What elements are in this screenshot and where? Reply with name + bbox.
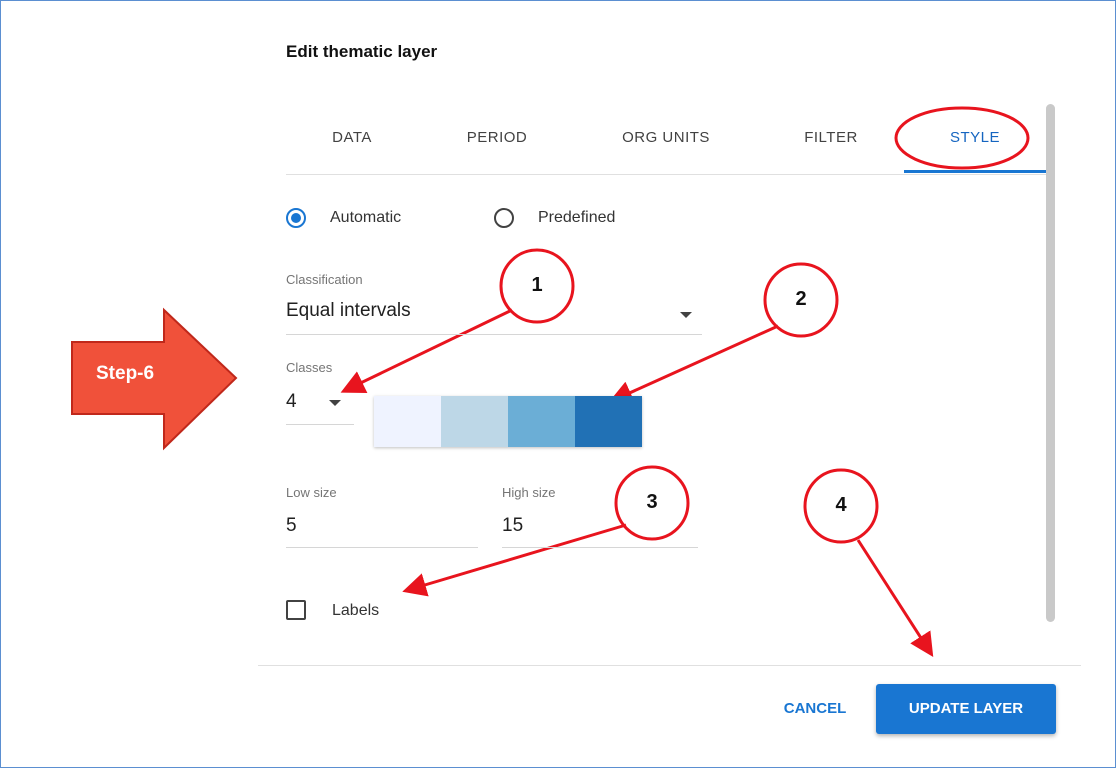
low-size-label: Low size	[286, 485, 337, 500]
callout-number-3: 3	[646, 491, 658, 513]
update-layer-button[interactable]: UPDATE LAYER	[876, 684, 1056, 734]
tab-bar: DATA PERIOD ORG UNITS FILTER STYLE	[286, 112, 1046, 175]
callout-number-2: 2	[795, 288, 807, 310]
color-scale-picker[interactable]	[374, 396, 642, 447]
radio-automatic[interactable]: Automatic	[286, 205, 401, 231]
radio-checked-icon[interactable]	[286, 208, 306, 228]
radio-predefined[interactable]: Predefined	[494, 205, 615, 231]
callout-arrow-2	[608, 324, 779, 404]
classes-underline	[286, 424, 354, 425]
callout-number-4: 4	[835, 494, 847, 516]
classification-underline	[286, 334, 702, 335]
high-size-input[interactable]: 15	[502, 515, 523, 537]
low-size-input[interactable]: 5	[286, 515, 297, 537]
high-size-underline	[502, 547, 698, 548]
radio-unchecked-icon[interactable]	[494, 208, 514, 228]
step-label: Step-6	[96, 363, 155, 384]
color-swatch-3	[508, 396, 575, 447]
callout-arrow-4	[856, 539, 934, 658]
dialog-title: Edit thematic layer	[286, 42, 438, 61]
callout-arrow-1	[340, 308, 513, 393]
classes-chevron-down-icon[interactable]	[329, 400, 341, 406]
footer-divider	[258, 665, 1081, 666]
radio-predefined-label: Predefined	[538, 209, 616, 226]
active-tab-indicator	[904, 170, 1046, 173]
classification-chevron-down-icon[interactable]	[680, 312, 692, 318]
classification-select[interactable]: Equal intervals	[286, 300, 411, 322]
color-swatch-1	[374, 396, 441, 447]
color-swatch-2	[441, 396, 508, 447]
high-size-label: High size	[502, 485, 556, 500]
tab-data[interactable]: DATA	[286, 112, 418, 164]
cancel-button[interactable]: CANCEL	[766, 685, 864, 733]
tab-org-units[interactable]: ORG UNITS	[586, 112, 746, 164]
labels-checkbox-label: Labels	[332, 602, 380, 619]
tab-filter[interactable]: FILTER	[766, 112, 896, 164]
color-swatch-4	[575, 396, 642, 447]
classes-select[interactable]: 4	[286, 391, 297, 413]
radio-automatic-label: Automatic	[330, 209, 402, 226]
classification-label: Classification	[286, 272, 363, 287]
callout-number-1: 1	[531, 274, 543, 296]
tab-style[interactable]: STYLE	[904, 112, 1046, 164]
tab-period[interactable]: PERIOD	[426, 112, 568, 164]
labels-checkbox[interactable]	[286, 600, 306, 620]
classes-label: Classes	[286, 360, 333, 375]
low-size-underline	[286, 547, 478, 548]
scrollbar[interactable]	[1046, 104, 1055, 622]
